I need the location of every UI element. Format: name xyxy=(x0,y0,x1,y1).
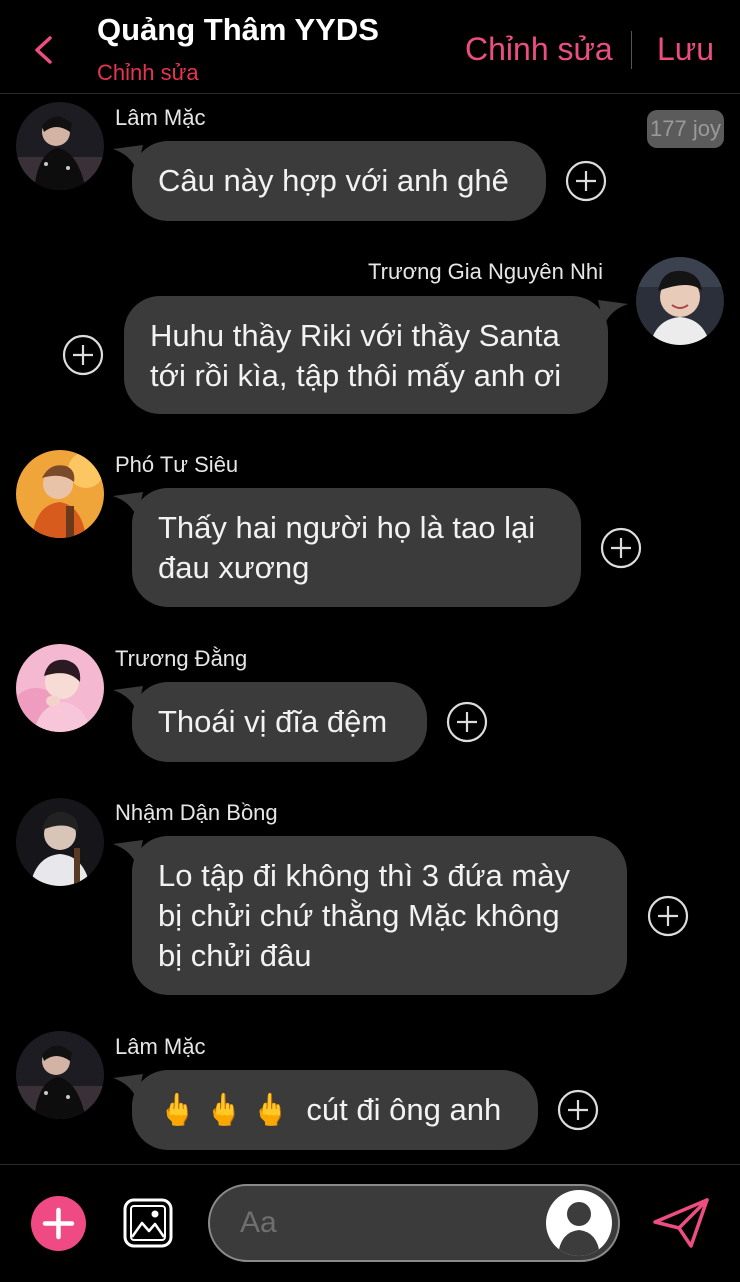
message-text: Câu này hợp với anh ghê xyxy=(158,163,509,198)
plus-circle-icon[interactable] xyxy=(600,527,642,569)
sender-name: Trương Đằng xyxy=(115,646,248,671)
plus-circle-icon[interactable] xyxy=(62,334,104,376)
plus-circle-icon[interactable] xyxy=(557,1089,599,1131)
message-bubble[interactable]: Huhu thầy Riki với thầy Santa tới rồi kì… xyxy=(124,296,608,414)
plus-icon xyxy=(42,1207,75,1240)
sender-name: Lâm Mặc xyxy=(115,105,206,130)
sender-name: Phó Tư Siêu xyxy=(115,452,239,477)
message-input[interactable]: Aa xyxy=(208,1184,620,1262)
avatar[interactable] xyxy=(636,257,724,345)
edit-button[interactable]: Chỉnh sửa xyxy=(465,31,613,68)
chevron-left-icon[interactable] xyxy=(28,30,58,70)
plus-circle-icon[interactable] xyxy=(565,160,607,202)
message-line: bị chửi đâu xyxy=(158,938,312,973)
sender-name: Lâm Mặc xyxy=(115,1034,206,1059)
input-placeholder: Aa xyxy=(240,1206,277,1239)
chat-subtitle[interactable]: Chỉnh sửa xyxy=(97,60,199,86)
chat-header: Quảng Thâm YYDS Chỉnh sửa Chỉnh sửa Lưu xyxy=(0,0,740,94)
header-divider xyxy=(631,31,632,69)
message-bubble[interactable]: Câu này hợp với anh ghê xyxy=(132,141,546,221)
message-bubble[interactable]: 🖕🖕🖕 cút đi ông anh xyxy=(132,1070,538,1150)
avatar[interactable] xyxy=(16,798,104,886)
sender-name: Trương Gia Nguyên Nhi xyxy=(368,259,603,284)
image-icon[interactable] xyxy=(122,1197,174,1249)
avatar[interactable] xyxy=(16,1031,104,1119)
emoji-text: 🖕🖕🖕 xyxy=(158,1092,298,1127)
avatar[interactable] xyxy=(16,644,104,732)
message-bubble[interactable]: Thoái vị đĩa đệm xyxy=(132,682,427,762)
message-line: Huhu thầy Riki với thầy Santa xyxy=(150,318,560,353)
message-text: Thoái vị đĩa đệm xyxy=(158,704,388,739)
avatar[interactable] xyxy=(16,102,104,190)
message-bubble[interactable]: Thấy hai người họ là tao lại đau xương xyxy=(132,488,581,607)
sender-name: Nhậm Dận Bồng xyxy=(115,800,278,825)
joy-badge: 177 joy xyxy=(647,110,724,148)
message-line: tới rồi kìa, tập thôi mấy anh ơi xyxy=(150,358,562,393)
plus-circle-icon[interactable] xyxy=(647,895,689,937)
message-text: cút đi ông anh xyxy=(306,1092,502,1127)
message-line: Lo tập đi không thì 3 đứa mày xyxy=(158,858,570,893)
chat-title: Quảng Thâm YYDS xyxy=(97,12,379,47)
message-line: đau xương xyxy=(158,550,310,585)
add-button[interactable] xyxy=(31,1196,86,1251)
user-silhouette-icon[interactable] xyxy=(546,1190,612,1256)
save-button[interactable]: Lưu xyxy=(657,31,714,68)
send-icon[interactable] xyxy=(651,1196,711,1250)
message-line: Thấy hai người họ là tao lại xyxy=(158,510,536,545)
message-line: bị chửi chứ thằng Mặc không xyxy=(158,898,560,933)
plus-circle-icon[interactable] xyxy=(446,701,488,743)
avatar[interactable] xyxy=(16,450,104,538)
message-bubble[interactable]: Lo tập đi không thì 3 đứa mày bị chửi ch… xyxy=(132,836,627,995)
